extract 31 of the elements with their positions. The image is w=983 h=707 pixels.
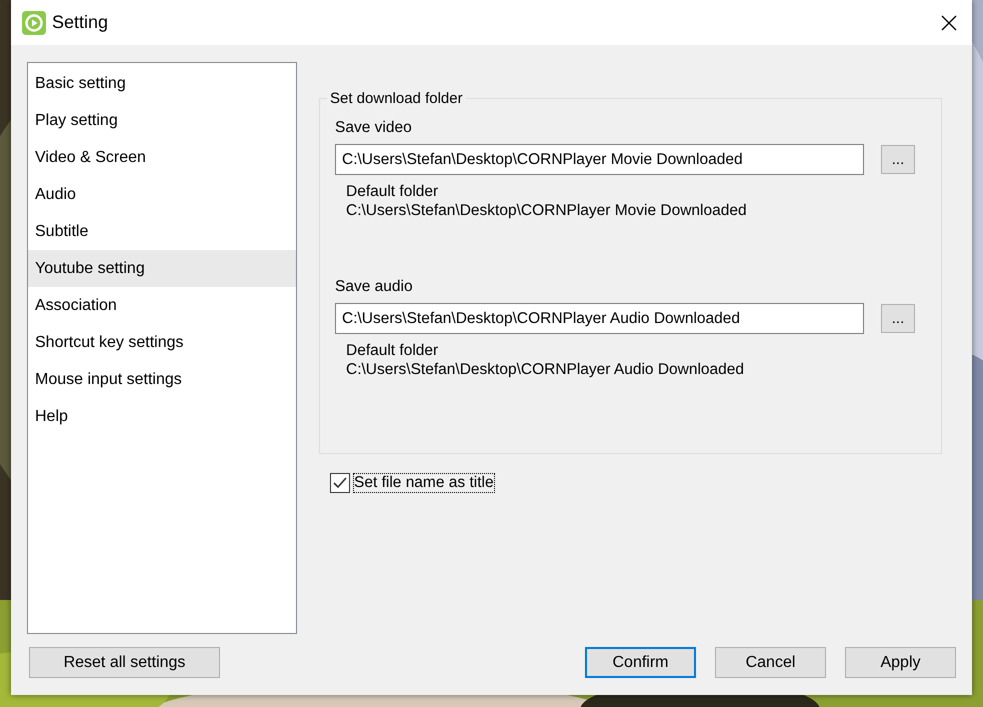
check-icon: [333, 477, 347, 489]
category-item[interactable]: Basic setting: [28, 65, 296, 102]
field-label: Save audio: [335, 278, 414, 296]
dialog-button[interactable]: Cancel: [715, 647, 826, 678]
category-item[interactable]: Play setting: [28, 102, 296, 139]
window-title: Setting: [52, 12, 110, 33]
category-item[interactable]: Mouse input settings: [28, 361, 296, 398]
default-path: C:\Users\Stefan\Desktop\CORNPlayer Movie Downloaded: [346, 201, 748, 220]
field-label: Save video: [335, 119, 413, 137]
folder-input[interactable]: C:\Users\Stefan\Desktop\CORNPlayer Audio Downloaded: [335, 303, 864, 334]
category-item[interactable]: Subtitle: [28, 213, 296, 250]
dialog-button[interactable]: Apply: [845, 647, 956, 678]
folder-input[interactable]: C:\Users\Stefan\Desktop\CORNPlayer Movie Downloaded: [335, 144, 864, 175]
app-logo-icon: [22, 10, 46, 34]
browse-button[interactable]: ...: [881, 304, 915, 333]
checkbox[interactable]: [330, 473, 350, 493]
category-item[interactable]: Audio: [28, 176, 296, 213]
category-item[interactable]: Video & Screen: [28, 139, 296, 176]
close-icon: [941, 14, 957, 30]
group-title: Set download folder: [329, 90, 464, 107]
default-label: Default folder: [346, 341, 440, 360]
checkbox-label: Set file name as title: [354, 474, 494, 492]
reset-button[interactable]: Reset all settings: [29, 647, 220, 678]
dialog-button[interactable]: Confirm: [585, 647, 696, 678]
default-path: C:\Users\Stefan\Desktop\CORNPlayer Audio Downloaded: [346, 360, 746, 379]
category-item[interactable]: Shortcut key settings: [28, 324, 296, 361]
category-item[interactable]: Help: [28, 398, 296, 435]
category-item[interactable]: Youtube setting: [28, 250, 296, 287]
category-item[interactable]: Association: [28, 287, 296, 324]
default-label: Default folder: [346, 182, 440, 201]
browse-button[interactable]: ...: [881, 145, 915, 174]
